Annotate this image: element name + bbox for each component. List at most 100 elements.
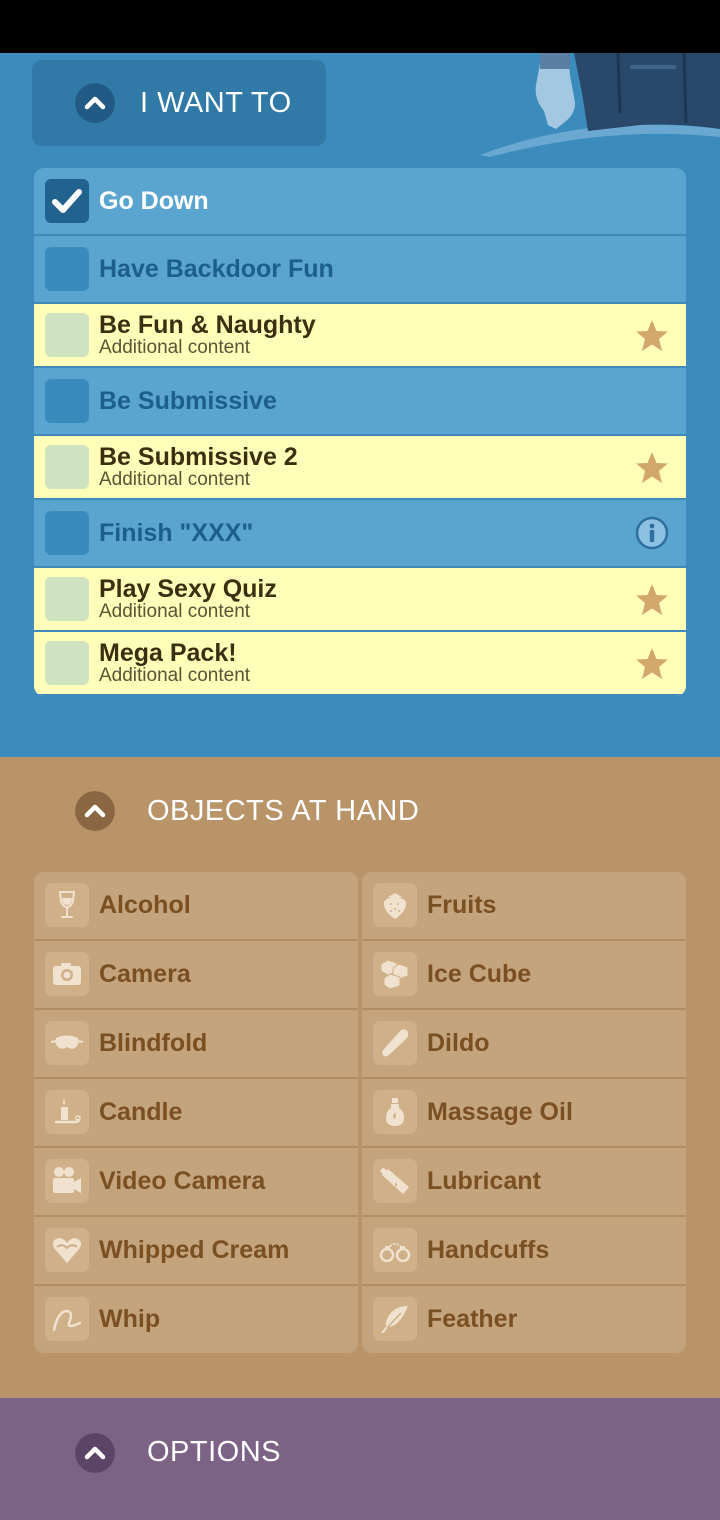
item-subtitle: Additional content (99, 601, 251, 622)
object-label: Whipped Cream (99, 1236, 290, 1264)
object-label: Video Camera (99, 1167, 266, 1195)
info-icon[interactable] (634, 515, 670, 551)
object-checkbox[interactable] (45, 1159, 89, 1203)
object-checkbox[interactable] (373, 1228, 417, 1272)
list-item-premium[interactable]: Play Sexy Quiz Additional content (34, 568, 686, 632)
checkbox[interactable] (45, 641, 89, 685)
item-label: Finish "XXX" (99, 519, 254, 547)
object-checkbox[interactable] (45, 1021, 89, 1065)
i-want-to-header[interactable]: I WANT TO (32, 60, 326, 146)
options-section[interactable]: OPTIONS (0, 1398, 720, 1520)
list-item[interactable]: Go Down (34, 168, 686, 236)
checkbox[interactable] (45, 577, 89, 621)
ice-cube-icon (380, 959, 409, 990)
object-checkbox[interactable] (373, 1159, 417, 1203)
object-label: Whip (99, 1305, 161, 1333)
list-item-premium[interactable]: Mega Pack! Additional content (34, 632, 686, 696)
section-title: OBJECTS AT HAND (147, 795, 420, 827)
checkbox[interactable] (45, 313, 89, 357)
object-checkbox[interactable] (373, 883, 417, 927)
object-checkbox[interactable] (373, 1021, 417, 1065)
object-item-whipped-cream[interactable]: Whipped Cream (34, 1217, 358, 1286)
character-illustration (480, 53, 720, 157)
object-label: Feather (427, 1305, 518, 1333)
object-checkbox[interactable] (45, 952, 89, 996)
object-checkbox[interactable] (373, 952, 417, 996)
object-checkbox[interactable] (45, 1090, 89, 1134)
item-label: Mega Pack! (99, 639, 237, 667)
camera-icon (53, 963, 81, 985)
oil-bottle-icon (386, 1098, 404, 1126)
section-title: I WANT TO (140, 87, 292, 119)
chevron-up-icon[interactable] (75, 83, 115, 123)
object-item-camera[interactable]: Camera (34, 941, 358, 1010)
star-icon (636, 648, 668, 679)
object-checkbox[interactable] (45, 1228, 89, 1272)
object-label: Ice Cube (427, 960, 532, 988)
item-label: Have Backdoor Fun (99, 255, 334, 283)
object-label: Massage Oil (427, 1098, 573, 1126)
section-title: OPTIONS (147, 1436, 282, 1468)
object-item-blindfold[interactable]: Blindfold (34, 1010, 358, 1079)
chevron-up-icon[interactable] (75, 1433, 115, 1473)
object-item-candle[interactable]: Candle (34, 1079, 358, 1148)
want-list: Go Down Have Backdoor Fun Be Fun & Naugh… (34, 168, 686, 696)
item-label: Go Down (99, 187, 209, 215)
object-label: Dildo (427, 1029, 490, 1057)
object-item-ice-cube[interactable]: Ice Cube (362, 941, 686, 1010)
item-label: Be Submissive 2 (99, 443, 298, 471)
list-item-premium[interactable]: Be Fun & Naughty Additional content (34, 304, 686, 368)
object-label: Alcohol (99, 891, 191, 919)
item-label: Play Sexy Quiz (99, 575, 277, 603)
whip-icon (52, 1309, 82, 1332)
item-subtitle: Additional content (99, 665, 251, 686)
objects-grid: Alcohol Camera Blindfold Candle Video Ca… (34, 872, 686, 1353)
object-item-dildo[interactable]: Dildo (362, 1010, 686, 1079)
object-label: Lubricant (427, 1167, 541, 1195)
object-checkbox[interactable] (45, 1297, 89, 1341)
whipped-cream-icon (52, 1238, 82, 1263)
item-label: Be Submissive (99, 387, 277, 415)
handcuffs-icon (379, 1243, 411, 1263)
object-label: Fruits (427, 891, 497, 919)
object-item-alcohol[interactable]: Alcohol (34, 872, 358, 941)
checkbox[interactable] (45, 511, 89, 555)
object-item-feather[interactable]: Feather (362, 1286, 686, 1353)
checkbox[interactable] (45, 379, 89, 423)
object-item-whip[interactable]: Whip (34, 1286, 358, 1353)
checkbox[interactable] (45, 445, 89, 489)
object-checkbox[interactable] (373, 1297, 417, 1341)
object-label: Handcuffs (427, 1236, 550, 1264)
object-item-video-camera[interactable]: Video Camera (34, 1148, 358, 1217)
object-label: Blindfold (99, 1029, 208, 1057)
object-checkbox[interactable] (45, 883, 89, 927)
object-label: Candle (99, 1098, 183, 1126)
item-subtitle: Additional content (99, 337, 251, 358)
wine-glass-icon (58, 891, 76, 918)
checkbox[interactable] (45, 247, 89, 291)
checkbox[interactable] (45, 179, 89, 223)
chevron-up-icon[interactable] (75, 791, 115, 831)
objects-column-left: Alcohol Camera Blindfold Candle Video Ca… (34, 872, 358, 1353)
item-subtitle: Additional content (99, 469, 251, 490)
star-icon (636, 320, 668, 351)
objects-column-right: Fruits Ice Cube Dildo Massage Oil Lubric… (362, 872, 686, 1353)
status-bar (0, 0, 720, 53)
feather-icon (381, 1306, 408, 1334)
object-item-handcuffs[interactable]: Handcuffs (362, 1217, 686, 1286)
list-item[interactable]: Have Backdoor Fun (34, 236, 686, 304)
object-item-fruits[interactable]: Fruits (362, 872, 686, 941)
blindfold-icon (51, 1035, 83, 1049)
item-label: Be Fun & Naughty (99, 311, 316, 339)
list-item[interactable]: Finish "XXX" (34, 500, 686, 568)
objects-at-hand-section: OBJECTS AT HAND Alcohol Camera Blindfold (0, 757, 720, 1398)
dildo-icon (382, 1029, 409, 1057)
list-item-premium[interactable]: Be Submissive 2 Additional content (34, 436, 686, 500)
i-want-to-section: I WANT TO Go Down Have Backdoor Fun Be F… (0, 53, 720, 757)
object-item-massage-oil[interactable]: Massage Oil (362, 1079, 686, 1148)
object-item-lubricant[interactable]: Lubricant (362, 1148, 686, 1217)
star-icon (636, 584, 668, 615)
star-icon (636, 452, 668, 483)
list-item[interactable]: Be Submissive (34, 368, 686, 436)
object-checkbox[interactable] (373, 1090, 417, 1134)
